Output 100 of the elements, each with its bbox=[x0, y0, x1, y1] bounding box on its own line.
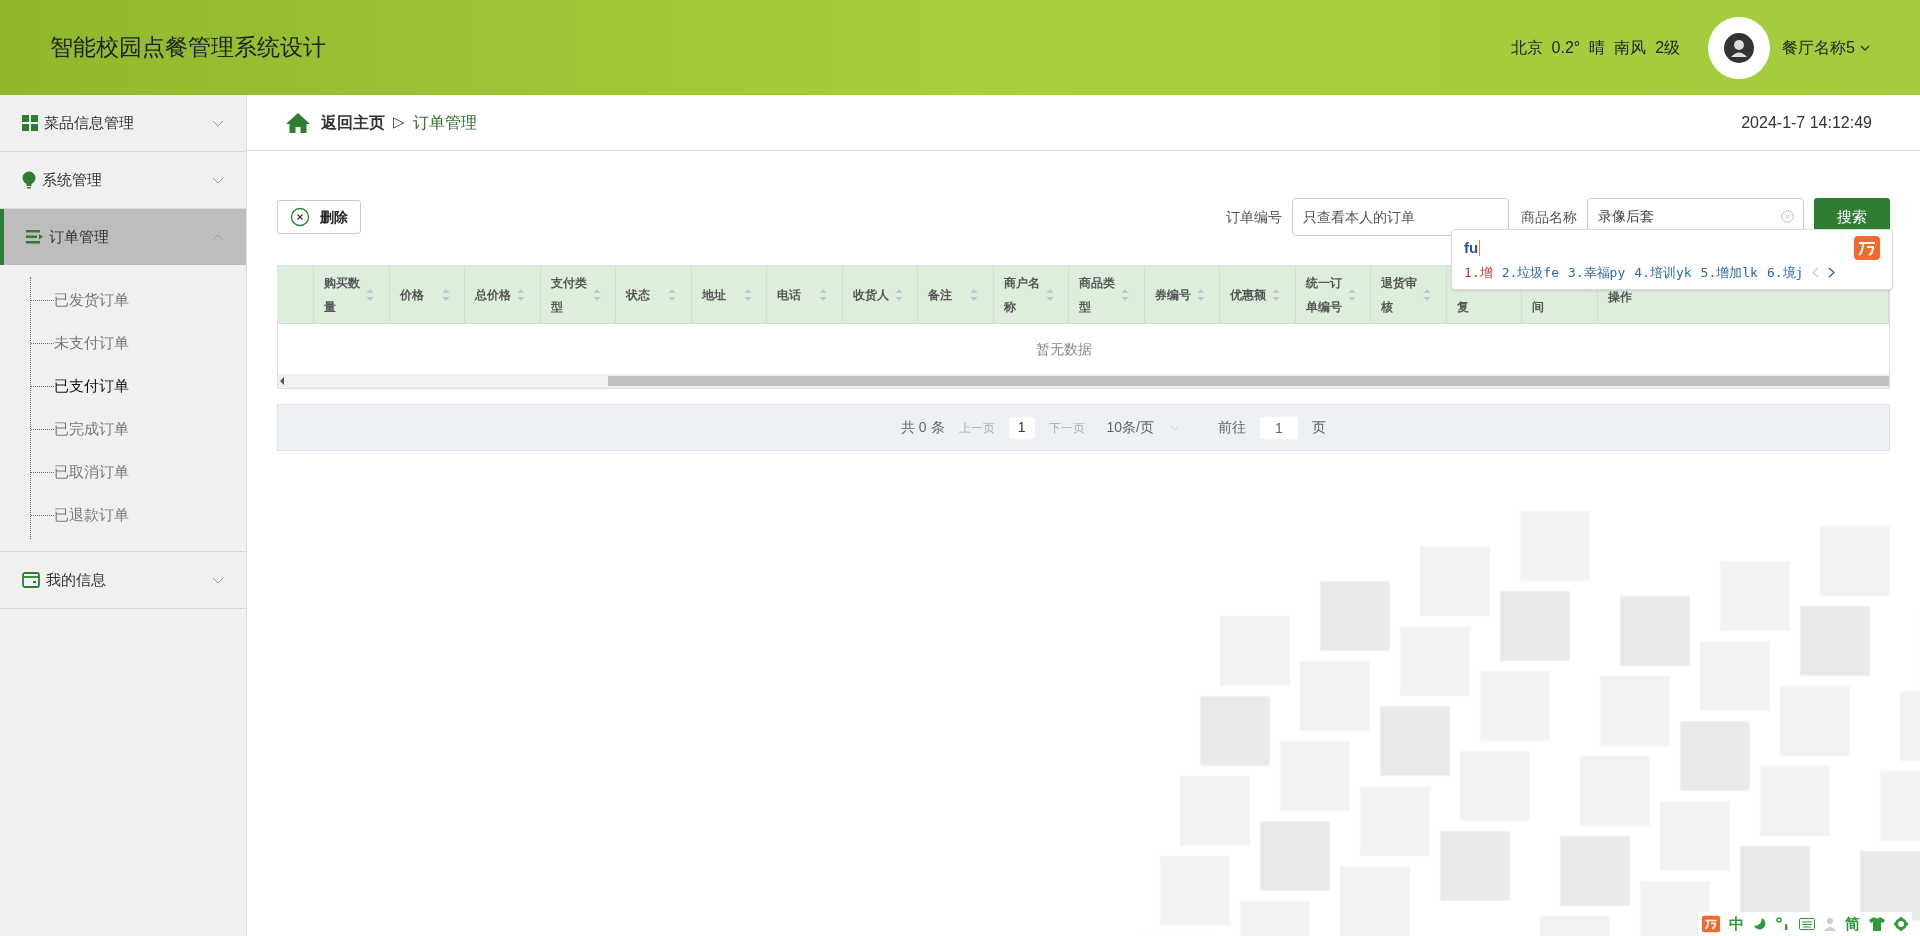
sidebar-item[interactable]: 已发货订单 bbox=[54, 289, 129, 312]
chevron-down-icon bbox=[1170, 424, 1180, 431]
sidebar-group[interactable]: 订单管理 bbox=[0, 209, 246, 265]
ime-candidate[interactable]: 1.增 bbox=[1464, 263, 1493, 283]
page-number[interactable]: 1 bbox=[1008, 416, 1035, 439]
sidebar-item[interactable]: 已取消订单 bbox=[54, 461, 129, 484]
user-silhouette-icon bbox=[1724, 32, 1755, 63]
sort-icon[interactable] bbox=[517, 287, 525, 302]
weather-text: 0.2° bbox=[1551, 37, 1581, 58]
breadcrumb-current: 订单管理 bbox=[413, 112, 477, 133]
filter-label: 订单编号 bbox=[1226, 207, 1282, 227]
sidebar-item[interactable]: 未支付订单 bbox=[54, 332, 129, 355]
ime-candidate[interactable]: 3.幸福py bbox=[1567, 263, 1626, 283]
sort-icon[interactable] bbox=[970, 287, 978, 302]
close-circle-icon bbox=[290, 207, 310, 227]
filter-input[interactable]: 只查看本人的订单 bbox=[1292, 198, 1509, 236]
column-header[interactable]: 电话 bbox=[767, 266, 843, 323]
sort-icon[interactable] bbox=[1045, 287, 1054, 302]
filter-label: 商品名称 bbox=[1521, 207, 1577, 227]
ime-script-text[interactable]: 简 bbox=[1845, 912, 1860, 936]
user-menu-button[interactable]: 餐厅名称5 bbox=[1782, 35, 1870, 60]
weather-text: 2级 bbox=[1655, 37, 1681, 58]
sort-icon[interactable] bbox=[1423, 287, 1431, 302]
ime-composition-text: fu bbox=[1464, 237, 1479, 258]
column-header[interactable]: 购买数量 bbox=[314, 266, 390, 323]
column-header[interactable]: 统一订单编号 bbox=[1295, 266, 1371, 323]
sidebar-group[interactable]: 系统管理 bbox=[0, 152, 246, 208]
punctuation-icon[interactable] bbox=[1776, 917, 1790, 931]
weather-text: 晴 bbox=[1589, 37, 1606, 58]
chevron-up-icon bbox=[212, 233, 224, 241]
keyboard-icon[interactable] bbox=[1799, 918, 1815, 930]
sort-icon[interactable] bbox=[1121, 287, 1129, 302]
sidebar-group-label: 我的信息 bbox=[46, 569, 106, 590]
ime-candidate[interactable]: 4.培训yk bbox=[1634, 263, 1692, 283]
horizontal-scrollbar[interactable] bbox=[278, 374, 1889, 388]
sort-icon[interactable] bbox=[819, 287, 827, 302]
sort-icon[interactable] bbox=[1196, 287, 1205, 302]
ime-logo-icon bbox=[1854, 236, 1880, 260]
ime-candidate[interactable]: 2.垃圾fe bbox=[1501, 263, 1559, 283]
weather-text: 北京 bbox=[1510, 37, 1543, 58]
ime-logo-icon[interactable] bbox=[1702, 915, 1720, 933]
column-header[interactable]: 退货审核 bbox=[1371, 266, 1447, 323]
sort-icon[interactable] bbox=[894, 287, 903, 302]
wallet-icon bbox=[22, 572, 40, 588]
chevron-down-icon bbox=[212, 176, 224, 184]
home-link[interactable]: 返回主页 bbox=[321, 110, 385, 135]
goto-input[interactable]: 1 bbox=[1260, 416, 1298, 439]
ime-mode-text[interactable]: 中 bbox=[1729, 912, 1744, 936]
chevron-left-icon[interactable] bbox=[1812, 267, 1820, 279]
column-header[interactable]: 收货人 bbox=[842, 266, 918, 323]
sort-icon[interactable] bbox=[1272, 287, 1280, 302]
column-header[interactable]: 优惠额 bbox=[1220, 266, 1296, 323]
sort-icon[interactable] bbox=[592, 287, 601, 302]
list-indent-icon bbox=[26, 230, 43, 244]
sort-icon[interactable] bbox=[441, 287, 450, 302]
sidebar-item[interactable]: 已完成订单 bbox=[54, 418, 129, 441]
page-size-select[interactable]: 10条/页 bbox=[1106, 417, 1180, 438]
shirt-icon[interactable] bbox=[1869, 917, 1885, 931]
empty-text: 暂无数据 bbox=[1035, 339, 1092, 359]
sidebar-group[interactable]: 我的信息 bbox=[0, 552, 246, 608]
goto-label: 前往 bbox=[1218, 418, 1246, 437]
sort-icon[interactable] bbox=[743, 287, 752, 302]
grid-icon bbox=[22, 115, 38, 131]
chevron-down-icon bbox=[212, 119, 224, 127]
sort-icon[interactable] bbox=[668, 287, 676, 302]
weather-text: 南风 bbox=[1614, 37, 1647, 58]
column-header[interactable]: 价格 bbox=[389, 266, 465, 323]
chevron-down-icon bbox=[1860, 44, 1870, 51]
app-title: 智能校园点餐管理系统设计 bbox=[50, 33, 326, 63]
column-header[interactable]: 备注 bbox=[918, 266, 994, 323]
settings-icon[interactable] bbox=[1894, 917, 1908, 931]
sidebar-group-label: 订单管理 bbox=[49, 226, 109, 247]
sidebar-group[interactable]: 菜品信息管理 bbox=[0, 95, 246, 151]
clear-icon[interactable] bbox=[1781, 210, 1794, 223]
datetime-text: 2024-1-7 14:12:49 bbox=[1741, 112, 1872, 133]
column-header[interactable]: 总价格 bbox=[465, 266, 541, 323]
column-header[interactable]: 商品类型 bbox=[1069, 266, 1145, 323]
column-header[interactable]: 支付类型 bbox=[540, 266, 616, 323]
goto-suffix: 页 bbox=[1312, 418, 1326, 437]
total-count: 共 0 条 bbox=[900, 418, 945, 437]
moon-icon[interactable] bbox=[1753, 917, 1767, 931]
delete-button[interactable]: 删除 bbox=[277, 200, 361, 234]
sidebar-group-label: 系统管理 bbox=[42, 169, 102, 190]
chevron-right-icon[interactable] bbox=[1828, 267, 1836, 279]
breadcrumb-separator: ▷ bbox=[393, 112, 405, 133]
sidebar-item[interactable]: 已支付订单 bbox=[54, 375, 129, 398]
sidebar-item[interactable]: 已退款订单 bbox=[54, 504, 129, 527]
sort-icon[interactable] bbox=[366, 287, 374, 302]
ime-candidate[interactable]: 6.境j bbox=[1766, 263, 1804, 283]
chevron-down-icon bbox=[212, 576, 224, 584]
sort-icon[interactable] bbox=[1347, 287, 1356, 302]
column-header[interactable]: 地址 bbox=[691, 266, 767, 323]
home-icon[interactable] bbox=[285, 111, 311, 134]
lightbulb-icon bbox=[22, 171, 36, 189]
user-icon[interactable] bbox=[1824, 917, 1836, 931]
column-header[interactable]: 券编号 bbox=[1144, 266, 1220, 323]
ime-candidate[interactable]: 5.增加lk bbox=[1700, 263, 1758, 283]
sidebar-group-label: 菜品信息管理 bbox=[44, 112, 134, 133]
column-header[interactable]: 商户名称 bbox=[993, 266, 1069, 323]
column-header[interactable]: 状态 bbox=[616, 266, 692, 323]
